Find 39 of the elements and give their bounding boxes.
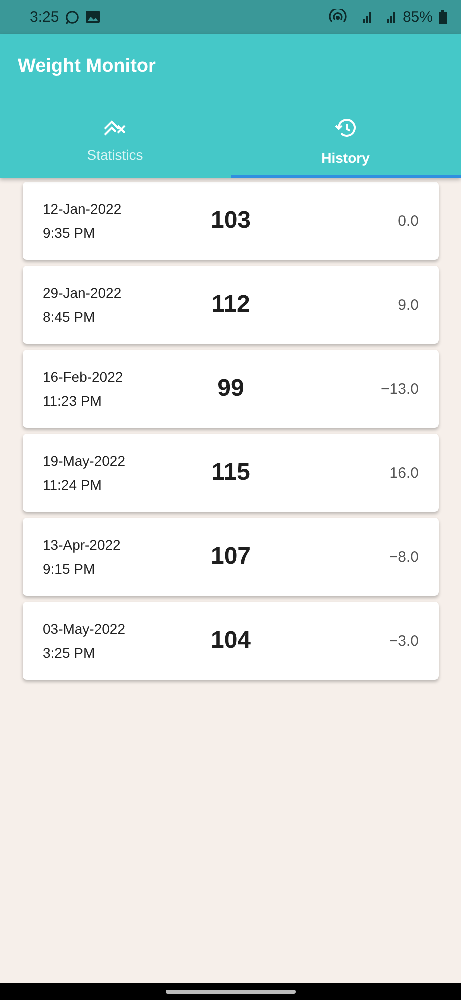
status-time: 3:25	[30, 8, 60, 26]
trend-icon	[103, 118, 128, 136]
entry-weight: 104	[210, 627, 252, 655]
history-card[interactable]: 16-Feb-2022 11:23 PM 99 −13.0	[23, 350, 439, 428]
history-card[interactable]: 03-May-2022 3:25 PM 104 −3.0	[23, 602, 439, 680]
entry-weight: 112	[212, 291, 250, 319]
app-title: Weight Monitor	[17, 55, 157, 79]
history-card[interactable]: 13-Apr-2022 9:15 PM 107 −8.0	[23, 518, 439, 596]
hotspot-icon	[328, 9, 347, 25]
entry-time: 3:25 PM	[43, 645, 96, 661]
history-card[interactable]: 29-Jan-2022 8:45 PM 112 9.0	[23, 266, 439, 344]
entry-time: 9:15 PM	[43, 561, 96, 577]
entry-date: 29-Jan-2022	[43, 285, 123, 301]
image-icon	[86, 11, 100, 23]
entry-time: 8:45 PM	[43, 309, 96, 325]
entry-weight: 103	[210, 207, 252, 235]
history-card[interactable]: 19-May-2022 11:24 PM 115 16.0	[23, 434, 439, 512]
weight-change: −13.0	[381, 380, 419, 398]
weight-change: 0.0	[398, 212, 419, 230]
entry-date: 19-May-2022	[43, 453, 126, 469]
entry-date: 03-May-2022	[43, 621, 126, 637]
entry-weight: 99	[218, 375, 244, 403]
battery-percent: 85%	[402, 8, 433, 26]
entry-weight: 115	[212, 459, 250, 487]
weight-change: −8.0	[389, 548, 419, 566]
entry-date: 16-Feb-2022	[43, 369, 124, 385]
battery-icon	[439, 10, 447, 24]
entry-time: 9:35 PM	[43, 225, 96, 241]
home-handle[interactable]	[166, 990, 296, 994]
entry-date: 12-Jan-2022	[43, 201, 123, 217]
weight-change: 16.0	[390, 464, 419, 482]
entry-date: 13-Apr-2022	[43, 537, 122, 553]
weight-change: 9.0	[398, 296, 419, 314]
entry-time: 11:24 PM	[43, 477, 103, 493]
weight-change: −3.0	[389, 632, 419, 650]
entry-time: 11:23 PM	[43, 393, 103, 409]
entry-weight: 107	[210, 543, 252, 571]
chat-icon	[65, 10, 80, 24]
history-card[interactable]: 12-Jan-2022 9:35 PM 103 0.0	[23, 182, 439, 260]
